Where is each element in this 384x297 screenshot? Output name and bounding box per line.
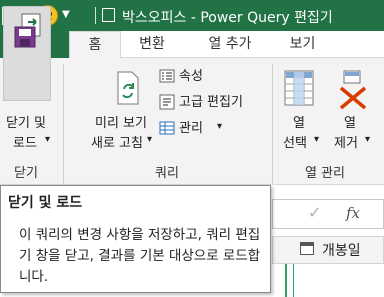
- refresh-preview-label-line1[interactable]: 미리 보기: [95, 112, 147, 131]
- close-and-load-label-line1[interactable]: 닫기 및: [6, 112, 46, 131]
- properties-icon: [159, 69, 175, 83]
- group-separator: [272, 64, 273, 184]
- manage-icon: [159, 121, 175, 135]
- close-and-load-dropdown-icon[interactable]: ▾: [45, 134, 50, 145]
- properties-label: 속성: [179, 69, 203, 84]
- tooltip-body: 이 쿼리의 변경 사항을 저장하고, 쿼리 편집기 창을 닫고, 결과를 기본 …: [19, 227, 261, 285]
- title-separator: [95, 7, 96, 24]
- manage-dropdown-icon[interactable]: ▾: [217, 121, 222, 132]
- tab-home[interactable]: 홈: [69, 31, 121, 59]
- save-icon[interactable]: [102, 8, 115, 22]
- group-separator: [63, 64, 64, 184]
- close-group-label: 닫기: [14, 166, 38, 181]
- choose-columns-dropdown-icon[interactable]: ▾: [314, 134, 319, 145]
- advanced-editor-label: 고급 편집기: [179, 95, 243, 110]
- manage-columns-group-label: 열 관리: [305, 166, 346, 181]
- close-and-load-icon: [14, 13, 41, 48]
- date-type-icon[interactable]: [300, 242, 314, 255]
- ribbon-tabs: 파일 홈 변환 열 추가 보기: [0, 31, 384, 59]
- tooltip-title: 닫기 및 로드: [8, 195, 83, 211]
- tab-view[interactable]: 보기: [275, 31, 330, 58]
- refresh-preview-label-line2[interactable]: 새로 고침: [91, 132, 143, 151]
- choose-columns-label-line2[interactable]: 선택: [283, 132, 307, 151]
- refresh-preview-icon[interactable]: [116, 71, 140, 105]
- manage-label: 관리: [179, 121, 203, 136]
- remove-columns-label-line1[interactable]: 열: [344, 112, 356, 131]
- remove-columns-label-line2[interactable]: 제거: [334, 132, 358, 151]
- tab-add-column[interactable]: 열 추가: [190, 31, 270, 58]
- column-header-label: 개봉일: [322, 243, 361, 259]
- choose-columns-icon[interactable]: [284, 70, 314, 110]
- tab-transform[interactable]: 변환: [121, 31, 183, 58]
- fx-icon[interactable]: fx: [346, 204, 360, 222]
- column-quality-bar: [285, 264, 384, 297]
- close-and-load-tooltip: 닫기 및 로드 이 쿼리의 변경 사항을 저장하고, 쿼리 편집기 창을 닫고,…: [0, 185, 271, 293]
- close-and-load-button[interactable]: [3, 6, 51, 101]
- title-bar: X ▼ 박스오피스 - Power Query 편집기: [0, 0, 384, 31]
- query-group-label: 쿼리: [155, 166, 179, 181]
- refresh-preview-dropdown-icon[interactable]: ▾: [147, 134, 152, 145]
- remove-columns-icon[interactable]: [338, 70, 368, 110]
- choose-columns-label-line1[interactable]: 열: [293, 112, 305, 131]
- column-quality-bar: [293, 264, 294, 297]
- advanced-editor-icon: [159, 94, 175, 110]
- confirm-formula-icon[interactable]: ✓: [308, 203, 321, 222]
- window-title: 박스오피스 - Power Query 편집기: [122, 10, 333, 26]
- formula-bar[interactable]: [272, 199, 384, 229]
- close-and-load-label-line2[interactable]: 로드: [13, 132, 37, 151]
- quick-access-dropdown-icon[interactable]: ▼: [62, 9, 70, 20]
- remove-columns-dropdown-icon[interactable]: ▾: [365, 134, 370, 145]
